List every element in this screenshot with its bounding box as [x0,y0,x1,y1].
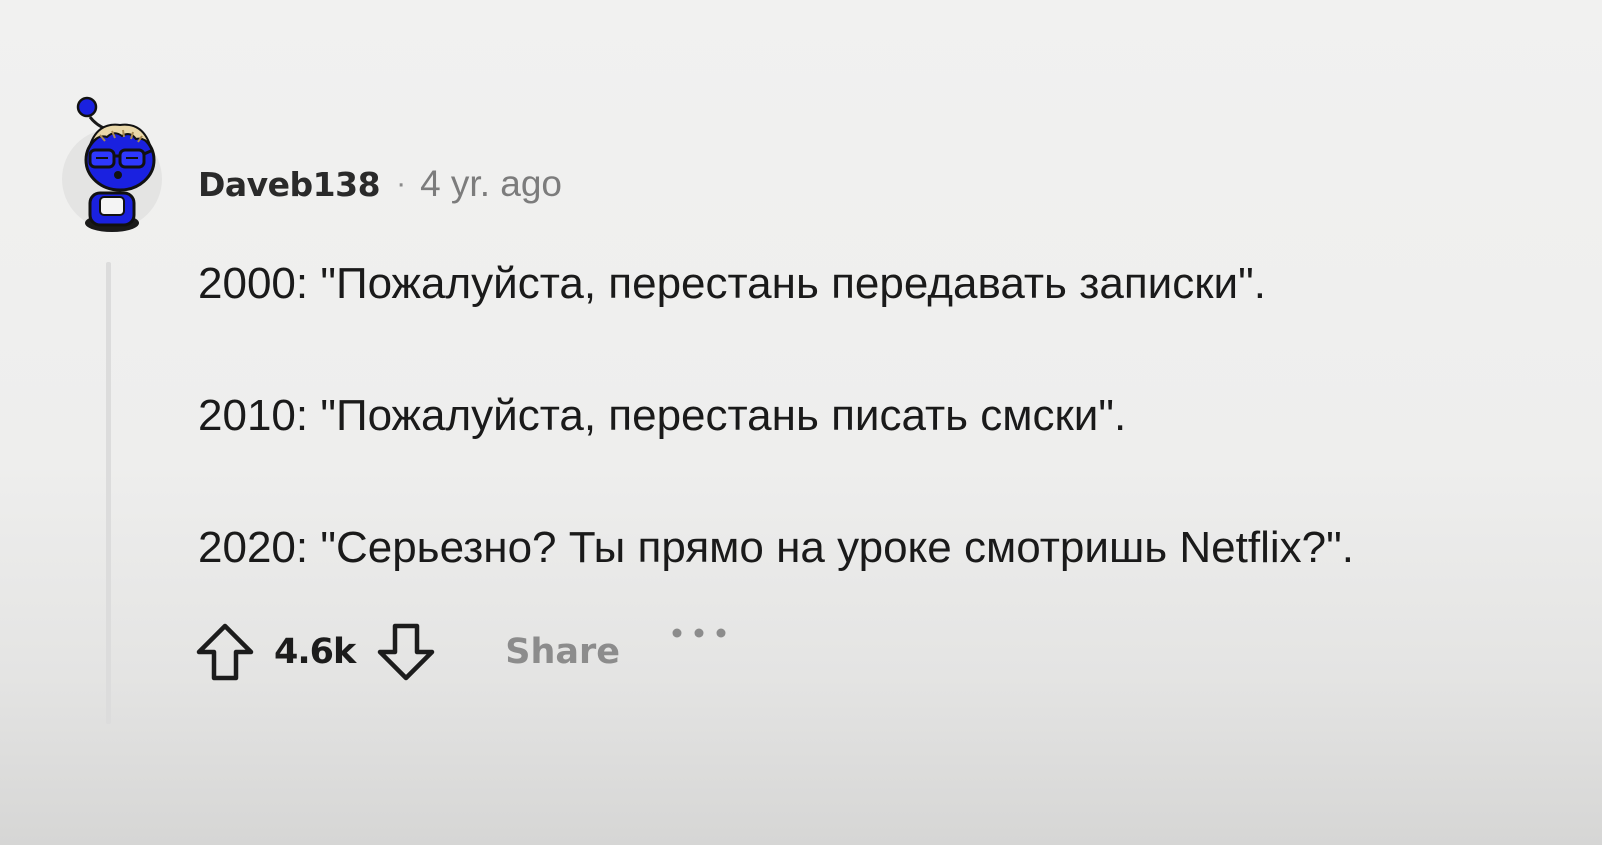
more-horizontal-icon [672,628,726,638]
comment: Daveb138 · 4 yr. ago 2000: "Пожалуйста, … [0,0,1602,845]
downvote-button[interactable] [375,621,437,683]
arrow-down-icon [378,623,435,681]
comment-timestamp[interactable]: 4 yr. ago [420,163,562,205]
comment-line: 2020: "Серьезно? Ты прямо на уроке смотр… [198,523,1354,572]
snoo-avatar-icon[interactable] [60,95,164,233]
comment-meta: Daveb138 · 4 yr. ago [198,162,562,206]
share-button[interactable]: Share [505,632,620,672]
thread-collapse-line[interactable] [106,262,111,724]
comment-line: 2010: "Пожалуйста, перестань писать смск… [198,391,1127,440]
upvote-button[interactable] [194,621,256,683]
meta-separator: · [396,167,407,200]
more-options-button[interactable] [668,626,730,678]
comment-actions: 4.6k Share [194,620,730,684]
arrow-up-icon [196,623,254,681]
vote-score: 4.6k [274,632,356,672]
author-username[interactable]: Daveb138 [198,165,381,204]
comment-line: 2000: "Пожалуйста, перестань передавать … [198,259,1266,308]
comment-body: 2000: "Пожалуйста, перестань передавать … [198,258,1578,654]
